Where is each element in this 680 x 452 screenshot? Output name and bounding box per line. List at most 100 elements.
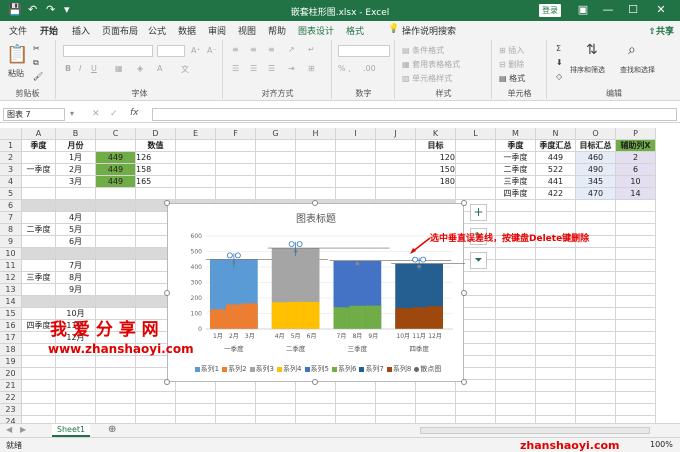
grid-cell[interactable] xyxy=(336,152,376,164)
grid-cell[interactable] xyxy=(616,296,656,308)
grid-cell[interactable] xyxy=(96,356,136,368)
column-header-c[interactable]: C xyxy=(96,128,136,140)
grid-cell[interactable] xyxy=(616,272,656,284)
row-header[interactable]: 12 xyxy=(0,272,22,284)
grid-cell[interactable] xyxy=(456,176,496,188)
cell-value[interactable]: 一季度 xyxy=(22,164,56,176)
paste-button[interactable]: 粘贴 xyxy=(8,68,24,79)
grid-cell[interactable] xyxy=(22,284,56,296)
grid-cell[interactable] xyxy=(56,368,96,380)
tab-insert[interactable]: 插入 xyxy=(72,24,90,37)
conditional-format-button[interactable]: ▤ 条件格式 xyxy=(402,45,444,56)
grid-cell[interactable] xyxy=(216,188,256,200)
grid-cell[interactable] xyxy=(216,152,256,164)
grid-cell[interactable] xyxy=(96,236,136,248)
row-header[interactable]: 6 xyxy=(0,200,22,212)
row-header[interactable]: 16 xyxy=(0,320,22,332)
grid-cell[interactable] xyxy=(22,152,56,164)
grid-cell[interactable] xyxy=(616,380,656,392)
sort-filter-icon[interactable]: ⇅ xyxy=(586,42,598,58)
cell-value[interactable]: 辅助列X xyxy=(616,140,656,152)
grid-cell[interactable] xyxy=(536,296,576,308)
grid-cell[interactable] xyxy=(216,392,256,404)
grid-cell[interactable] xyxy=(22,404,56,416)
grid-cell[interactable] xyxy=(56,404,96,416)
cell-value[interactable]: 季度 xyxy=(496,140,536,152)
grid-cell[interactable] xyxy=(536,284,576,296)
grid-cell[interactable] xyxy=(536,380,576,392)
grid-cell[interactable] xyxy=(22,368,56,380)
cell-value[interactable]: 449 xyxy=(96,152,136,164)
grid-cell[interactable] xyxy=(56,188,96,200)
phonetic-icon[interactable]: 文 xyxy=(181,64,189,75)
cell-value[interactable]: 三季度 xyxy=(496,176,536,188)
cell-value[interactable]: 3月 xyxy=(56,176,96,188)
column-header-d[interactable]: D xyxy=(136,128,176,140)
grid-cell[interactable] xyxy=(616,368,656,380)
grid-cell[interactable] xyxy=(22,248,56,260)
name-box-dropdown-icon[interactable]: ▾ xyxy=(70,109,74,118)
grid-cell[interactable] xyxy=(376,140,416,152)
grid-cell[interactable] xyxy=(336,140,376,152)
tell-me-search[interactable]: 操作说明搜索 xyxy=(402,24,456,37)
grid-cell[interactable] xyxy=(576,272,616,284)
sheet-tab-sheet1[interactable]: Sheet1 xyxy=(52,424,90,437)
grid-cell[interactable] xyxy=(136,188,176,200)
cell-value[interactable]: 8月 xyxy=(56,272,96,284)
grid-cell[interactable] xyxy=(496,248,536,260)
grid-cell[interactable] xyxy=(616,344,656,356)
clear-icon[interactable]: ◇ xyxy=(556,72,562,81)
grid-cell[interactable] xyxy=(376,404,416,416)
grid-cell[interactable] xyxy=(96,296,136,308)
row-header[interactable]: 2 xyxy=(0,152,22,164)
column-header-a[interactable]: A xyxy=(22,128,56,140)
cell-styles-button[interactable]: ▧ 单元格样式 xyxy=(402,73,452,84)
grid-cell[interactable] xyxy=(616,392,656,404)
grid-cell[interactable] xyxy=(576,392,616,404)
grid-cell[interactable] xyxy=(96,404,136,416)
grid-cell[interactable] xyxy=(56,380,96,392)
cell-value[interactable]: 449 xyxy=(96,164,136,176)
grid-cell[interactable] xyxy=(496,332,536,344)
cell-value[interactable]: 460 xyxy=(576,152,616,164)
grid-cell[interactable] xyxy=(216,404,256,416)
grid-cell[interactable] xyxy=(616,320,656,332)
column-header-i[interactable]: I xyxy=(336,128,376,140)
chart-resize-handle[interactable] xyxy=(164,200,170,206)
grid-cell[interactable] xyxy=(256,404,296,416)
grid-cell[interactable] xyxy=(536,272,576,284)
row-header[interactable]: 19 xyxy=(0,356,22,368)
grid-cell[interactable] xyxy=(616,356,656,368)
grid-cell[interactable] xyxy=(256,164,296,176)
grid-cell[interactable] xyxy=(256,176,296,188)
chart-resize-handle[interactable] xyxy=(312,200,318,206)
grid-cell[interactable] xyxy=(616,332,656,344)
grid-cell[interactable] xyxy=(576,284,616,296)
grid-cell[interactable] xyxy=(456,164,496,176)
tab-help[interactable]: 帮助 xyxy=(268,24,286,37)
row-header[interactable]: 1 xyxy=(0,140,22,152)
grid-cell[interactable] xyxy=(616,224,656,236)
grid-cell[interactable] xyxy=(336,176,376,188)
grid-cell[interactable] xyxy=(496,404,536,416)
grid-cell[interactable] xyxy=(22,212,56,224)
grid-cell[interactable] xyxy=(376,164,416,176)
cell-value[interactable]: 5月 xyxy=(56,224,96,236)
grid-cell[interactable] xyxy=(576,404,616,416)
chart-resize-handle[interactable] xyxy=(312,379,318,385)
grid-cell[interactable] xyxy=(456,152,496,164)
row-header[interactable]: 9 xyxy=(0,236,22,248)
grid-cell[interactable] xyxy=(536,356,576,368)
column-header-b[interactable]: B xyxy=(56,128,96,140)
grid-cell[interactable] xyxy=(176,164,216,176)
grid-cell[interactable] xyxy=(96,200,136,212)
grid-cell[interactable] xyxy=(616,260,656,272)
grid-cell[interactable] xyxy=(576,296,616,308)
grid-cell[interactable] xyxy=(336,188,376,200)
align-right-icon[interactable]: ☰ xyxy=(268,64,275,73)
row-header[interactable]: 10 xyxy=(0,248,22,260)
row-header[interactable]: 17 xyxy=(0,332,22,344)
grid-cell[interactable] xyxy=(22,200,56,212)
grid-cell[interactable] xyxy=(376,176,416,188)
horizontal-scrollbar[interactable] xyxy=(420,427,650,434)
